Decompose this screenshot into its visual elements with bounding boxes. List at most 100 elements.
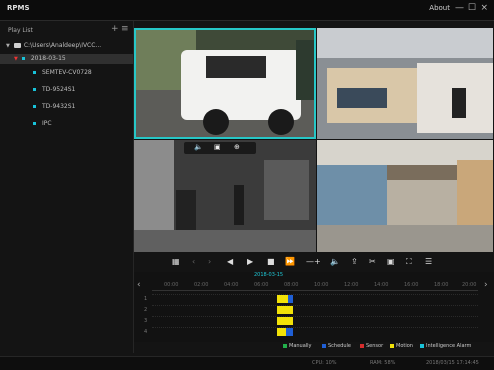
date-dot-icon xyxy=(21,57,25,60)
playback-controls: ▦ ‹ › ◀ ▶ ■ ⏩ —+ 🔈 ⇪ ✂ ▣ ⛶ ☰ xyxy=(134,254,494,270)
schedule-segment[interactable] xyxy=(286,328,293,336)
tree-item-camera[interactable]: TD-9524S1 xyxy=(33,85,75,95)
timeline-row[interactable] xyxy=(152,294,478,305)
tree-item-camera[interactable]: IPC xyxy=(33,119,52,129)
legend-sensor: Sensor xyxy=(360,342,383,350)
volume-icon[interactable]: 🔈 xyxy=(330,256,340,268)
title-bar: RPMS About — ☐ × xyxy=(0,0,494,21)
row-number: 1 xyxy=(144,296,148,302)
layout-icon[interactable]: ▦ xyxy=(172,256,180,268)
row-number: 3 xyxy=(144,318,148,324)
time-tick: 02:00 xyxy=(194,282,209,288)
restore-button[interactable]: ☐ xyxy=(468,3,476,13)
camera-feed-image xyxy=(317,140,493,252)
time-tick: 20:00 xyxy=(462,282,477,288)
zoom-icon[interactable]: ⊕ xyxy=(234,143,240,151)
folder-icon xyxy=(13,43,21,48)
timeline-date: 2018-03-15 xyxy=(254,272,284,278)
expand-icon[interactable]: ▼ xyxy=(14,54,18,64)
fast-forward-icon[interactable]: ⏩ xyxy=(285,256,295,268)
camera-dot-icon xyxy=(33,122,36,125)
snapshot-icon[interactable]: ▣ xyxy=(214,143,221,151)
timeline-row[interactable] xyxy=(152,327,478,338)
camera-dot-icon xyxy=(33,88,36,91)
tree-date-label: 2018-03-15 xyxy=(30,55,66,62)
motion-segment[interactable] xyxy=(277,306,293,314)
tree-date-node[interactable]: ▼ 2018-03-15 xyxy=(0,54,133,64)
legend-swatch-icon xyxy=(283,343,287,348)
video-tile-1[interactable] xyxy=(134,28,316,139)
snapshot-icon[interactable]: ▣ xyxy=(387,256,395,268)
video-tile-3[interactable]: 🔈 ▣ ⊕ xyxy=(134,140,316,252)
play-list-panel: Play List + ≡ ▼ C:\Users\Analdeep\IVCC...… xyxy=(0,21,134,353)
time-tick: 10:00 xyxy=(314,282,329,288)
legend-swatch-icon xyxy=(360,343,364,348)
clock: 2018/03/15 17:14:45 xyxy=(426,360,479,366)
camera-feed-image xyxy=(136,30,314,137)
legend-label: Manually xyxy=(289,343,312,349)
time-tick: 08:00 xyxy=(284,282,299,288)
fullscreen-icon[interactable]: ⛶ xyxy=(406,256,412,268)
prev-frame-icon[interactable]: ‹ xyxy=(192,256,195,268)
backup-icon[interactable]: ⇪ xyxy=(351,256,358,268)
tree-item-label: TD-9432S1 xyxy=(42,103,76,110)
legend-intelligence: Intelligence Alarm xyxy=(420,342,471,350)
timeline-right-arrow[interactable]: › xyxy=(484,280,488,290)
video-tile-2[interactable] xyxy=(317,28,493,139)
legend-motion: Motion xyxy=(390,342,413,350)
playlist-menu-button[interactable]: ≡ xyxy=(121,24,129,34)
legend-label: Schedule xyxy=(328,343,351,349)
legend-schedule: Schedule xyxy=(322,342,351,350)
row-number: 2 xyxy=(144,307,148,313)
cpu-usage: CPU: 10% xyxy=(312,360,337,366)
ram-usage: RAM: 58% xyxy=(370,360,396,366)
timeline-ruler: 00:00 02:00 04:00 06:00 08:00 10:00 12:0… xyxy=(152,282,478,291)
camera-dot-icon xyxy=(33,71,36,74)
time-tick: 16:00 xyxy=(404,282,419,288)
tree-item-camera[interactable]: SEMTEV-CV0728 xyxy=(33,68,92,78)
tile-overlay-toolbar: 🔈 ▣ ⊕ xyxy=(184,142,256,154)
tree-item-label: TD-9524S1 xyxy=(42,86,76,93)
close-button[interactable]: × xyxy=(480,3,488,13)
time-tick: 18:00 xyxy=(434,282,449,288)
play-list-title: Play List xyxy=(8,27,33,34)
time-tick: 06:00 xyxy=(254,282,269,288)
tree-root-label: C:\Users\Analdeep\IVCC... xyxy=(23,42,102,49)
time-tick: 14:00 xyxy=(374,282,389,288)
app-title: RPMS xyxy=(7,4,30,12)
motion-segment[interactable] xyxy=(277,317,293,325)
legend-manually: Manually xyxy=(283,342,312,350)
clip-icon[interactable]: ✂ xyxy=(369,256,376,268)
add-playlist-button[interactable]: + xyxy=(111,24,119,34)
timeline[interactable]: 2018-03-15 ‹ › 00:00 02:00 04:00 06:00 0… xyxy=(134,272,494,342)
time-tick: 00:00 xyxy=(164,282,179,288)
legend-label: Motion xyxy=(396,343,413,349)
next-frame-icon[interactable]: › xyxy=(208,256,211,268)
motion-segment[interactable] xyxy=(277,328,286,336)
volume-icon[interactable]: 🔈 xyxy=(194,143,203,151)
row-number: 4 xyxy=(144,329,148,335)
stop-icon[interactable]: ■ xyxy=(267,256,275,268)
expand-icon[interactable]: ▼ xyxy=(6,41,10,51)
legend-label: Intelligence Alarm xyxy=(426,343,472,349)
rewind-icon[interactable]: ◀ xyxy=(227,256,233,268)
video-tile-4[interactable] xyxy=(317,140,493,252)
tree-item-label: IPC xyxy=(42,120,52,127)
legend-swatch-icon xyxy=(390,343,394,348)
schedule-segment[interactable] xyxy=(288,295,293,303)
motion-segment[interactable] xyxy=(277,295,288,303)
timeline-row[interactable] xyxy=(152,305,478,316)
play-icon[interactable]: ▶ xyxy=(247,256,253,268)
status-bar: CPU: 10% RAM: 58% 2018/03/15 17:14:45 xyxy=(0,356,494,370)
settings-icon[interactable]: ☰ xyxy=(425,256,432,268)
timeline-left-arrow[interactable]: ‹ xyxy=(137,280,141,290)
tree-item-camera[interactable]: TD-9432S1 xyxy=(33,102,75,112)
timeline-row[interactable] xyxy=(152,316,478,327)
speed-slider-icon[interactable]: —+ xyxy=(306,256,321,268)
camera-dot-icon xyxy=(33,105,36,108)
legend-label: Sensor xyxy=(366,343,384,349)
camera-feed-image xyxy=(134,140,316,252)
about-menu[interactable]: About xyxy=(429,4,450,12)
minimize-button[interactable]: — xyxy=(455,3,464,13)
tree-root-folder[interactable]: ▼ C:\Users\Analdeep\IVCC... xyxy=(6,41,101,51)
